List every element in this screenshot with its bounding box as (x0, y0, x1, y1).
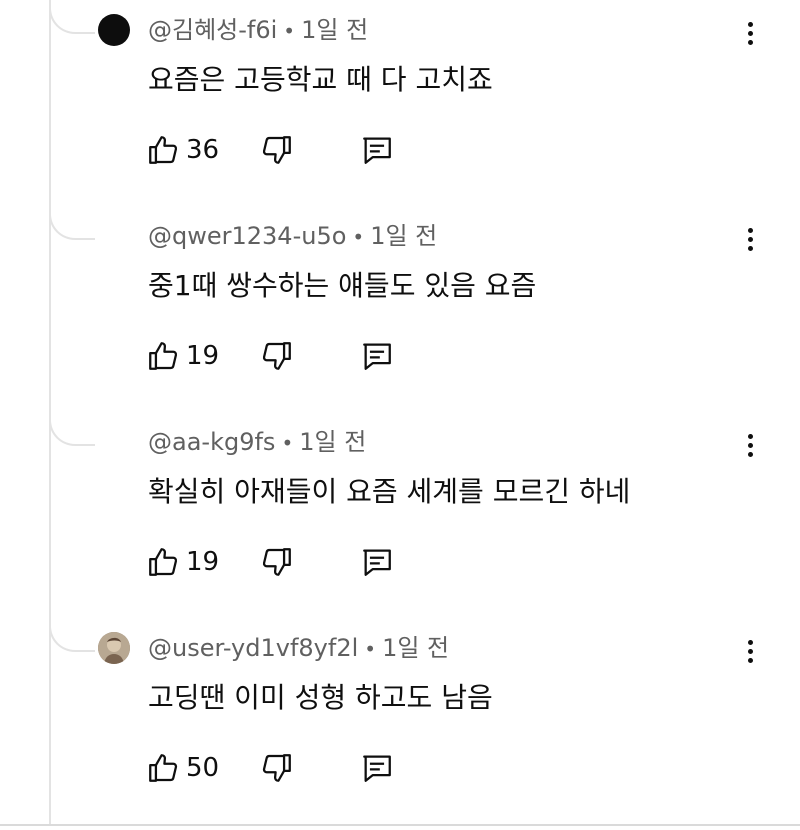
separator-dot: • (364, 637, 377, 661)
dislike-button[interactable] (260, 336, 294, 376)
comment-header: @aa-kg9fs • 1일 전 (148, 426, 366, 459)
dislike-button[interactable] (260, 748, 294, 788)
reply-button[interactable] (360, 130, 394, 170)
avatar-photo-icon (98, 632, 130, 664)
reply-icon (363, 137, 391, 164)
reply-icon (363, 549, 391, 576)
like-button[interactable]: 19 (146, 336, 219, 376)
reply-button[interactable] (360, 748, 394, 788)
like-button[interactable]: 36 (146, 130, 219, 170)
thumbs-down-icon (262, 548, 291, 576)
comment-actions: 19 (146, 336, 466, 376)
timestamp[interactable]: 1일 전 (370, 222, 437, 250)
thread-connector (49, 196, 95, 240)
comment-actions: 36 (146, 130, 466, 170)
thread-connector (49, 608, 95, 652)
comment-reply: @aa-kg9fs • 1일 전 확실히 아재들이 요즘 세계를 모르긴 하네 19 (0, 402, 800, 618)
thumbs-down-icon (262, 136, 291, 164)
comment-text: 확실히 아재들이 요즘 세계를 모르긴 하네 (148, 475, 631, 508)
reply-button[interactable] (360, 336, 394, 376)
like-count: 19 (186, 547, 220, 577)
more-vert-icon[interactable] (738, 228, 762, 258)
comment-text: 요즘은 고등학교 때 다 고치죠 (148, 63, 493, 96)
thread-connector (49, 0, 95, 34)
reply-button[interactable] (360, 542, 394, 582)
thumbs-up-icon (149, 548, 178, 576)
author-name[interactable]: @user-yd1vf8yf2l (148, 634, 358, 662)
comment-actions: 19 (146, 542, 466, 582)
avatar[interactable] (98, 14, 130, 46)
thumbs-up-icon (149, 136, 178, 164)
timestamp[interactable]: 1일 전 (301, 16, 368, 44)
author-name[interactable]: @qwer1234-u5o (148, 222, 346, 250)
separator-dot: • (352, 225, 365, 249)
dislike-button[interactable] (260, 130, 294, 170)
like-count: 36 (186, 135, 220, 165)
timestamp[interactable]: 1일 전 (382, 634, 449, 662)
thread-connector (49, 402, 95, 446)
comment-text: 중1때 쌍수하는 얘들도 있음 요즘 (148, 269, 537, 302)
comment-text: 고딩땐 이미 성형 하고도 남음 (148, 681, 493, 714)
comment-header: @qwer1234-u5o • 1일 전 (148, 220, 437, 253)
bottom-divider (0, 824, 800, 826)
like-count: 50 (186, 753, 220, 783)
more-vert-icon[interactable] (738, 22, 762, 52)
separator-dot: • (281, 431, 294, 455)
dislike-button[interactable] (260, 542, 294, 582)
comment-header: @user-yd1vf8yf2l • 1일 전 (148, 632, 449, 665)
avatar[interactable] (98, 426, 130, 458)
thumbs-down-icon (262, 754, 291, 782)
reply-icon (363, 343, 391, 370)
comment-reply: @qwer1234-u5o • 1일 전 중1때 쌍수하는 얘들도 있음 요즘 19 (0, 196, 800, 412)
timestamp[interactable]: 1일 전 (299, 428, 366, 456)
separator-dot: • (283, 19, 296, 43)
like-count: 19 (186, 341, 220, 371)
like-button[interactable]: 19 (146, 542, 219, 582)
author-name[interactable]: @aa-kg9fs (148, 428, 275, 456)
comment-actions: 50 (146, 748, 466, 788)
thumbs-up-icon (149, 754, 178, 782)
comment-header: @김혜성-f6i • 1일 전 (148, 14, 368, 47)
thumbs-up-icon (149, 342, 178, 370)
author-name[interactable]: @김혜성-f6i (148, 16, 277, 44)
avatar[interactable] (98, 220, 130, 252)
more-vert-icon[interactable] (738, 640, 762, 670)
more-vert-icon[interactable] (738, 434, 762, 464)
reply-icon (363, 755, 391, 782)
avatar[interactable] (98, 632, 130, 664)
comment-reply: @김혜성-f6i • 1일 전 요즘은 고등학교 때 다 고치죠 36 (0, 0, 800, 206)
like-button[interactable]: 50 (146, 748, 219, 788)
thumbs-down-icon (262, 342, 291, 370)
comment-reply: @user-yd1vf8yf2l • 1일 전 고딩땐 이미 성형 하고도 남음 5… (0, 608, 800, 824)
